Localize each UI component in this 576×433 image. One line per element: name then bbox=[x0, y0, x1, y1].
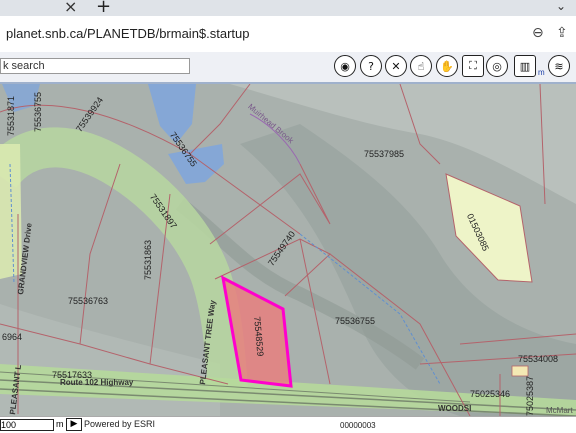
select-icon[interactable]: ☝ bbox=[410, 55, 432, 77]
overview-icon[interactable]: ◎ bbox=[486, 55, 508, 77]
search-input[interactable]: k search bbox=[0, 58, 190, 74]
road-label-highway: Route 102 Highway bbox=[60, 378, 134, 387]
green-lot-left bbox=[0, 144, 22, 279]
parcel-label: 75537985 bbox=[364, 149, 405, 159]
parcel-label: 75536755 bbox=[335, 316, 376, 326]
measure-unit: m bbox=[538, 68, 545, 77]
address-bar: planet.snb.ca/PLANETDB/brmain$.startup ⊖… bbox=[0, 16, 576, 53]
parcel-label: 6964 bbox=[2, 332, 23, 342]
new-tab-button[interactable]: + bbox=[96, 0, 111, 17]
measure-icon[interactable]: ▥ bbox=[514, 55, 536, 77]
full-extent-icon[interactable]: ⛶ bbox=[462, 55, 484, 77]
tab-list-icon[interactable]: ⌄ bbox=[556, 0, 566, 13]
parcel-label: 75531871 bbox=[6, 95, 16, 136]
parcel-label: 75025346 bbox=[470, 389, 511, 399]
parcel-label: 75025387 bbox=[525, 375, 535, 416]
powered-by-esri[interactable]: Powered by ESRI bbox=[84, 419, 155, 429]
status-bar: 100 m ▶ Powered by ESRI 00000003 bbox=[0, 416, 576, 433]
scale-bar: 100 bbox=[0, 419, 54, 431]
url-field[interactable]: planet.snb.ca/PLANETDB/brmain$.startup bbox=[6, 26, 250, 41]
parcel-label: 75536763 bbox=[68, 296, 109, 306]
clear-icon[interactable]: ✕ bbox=[385, 55, 407, 77]
parcel-label: 75534008 bbox=[518, 354, 559, 364]
browser-tab-bar: × + ⌄ bbox=[0, 0, 576, 17]
parcel-label: 75536755 bbox=[33, 91, 43, 132]
scale-unit: m bbox=[56, 419, 64, 429]
layers-icon[interactable]: ≋ bbox=[548, 55, 570, 77]
globe-icon[interactable]: ◉ bbox=[334, 55, 356, 77]
close-tab-icon[interactable]: × bbox=[64, 0, 77, 16]
pan-icon[interactable]: ✋ bbox=[436, 55, 458, 77]
expand-arrow-icon[interactable]: ▶ bbox=[66, 418, 82, 431]
road-label-woodside: WOODSI bbox=[438, 404, 472, 413]
zoom-icon[interactable]: ⊖ bbox=[532, 25, 544, 41]
help-identify-icon[interactable]: ? bbox=[360, 55, 382, 77]
watermark-label: McMart bbox=[546, 406, 573, 415]
share-icon[interactable]: ⇪ bbox=[556, 25, 568, 41]
building-lot bbox=[511, 365, 529, 377]
map-toolbar: k search ◉ ? ✕ ☝ ✋ ⛶ ◎ ▥ m ≋ bbox=[0, 52, 576, 84]
parcel-label: 75531863 bbox=[143, 239, 153, 280]
bottom-parcel-label: 00000003 bbox=[340, 421, 376, 430]
map-canvas[interactable]: 75531871 75536755 75539924 75536755 7553… bbox=[0, 84, 576, 416]
